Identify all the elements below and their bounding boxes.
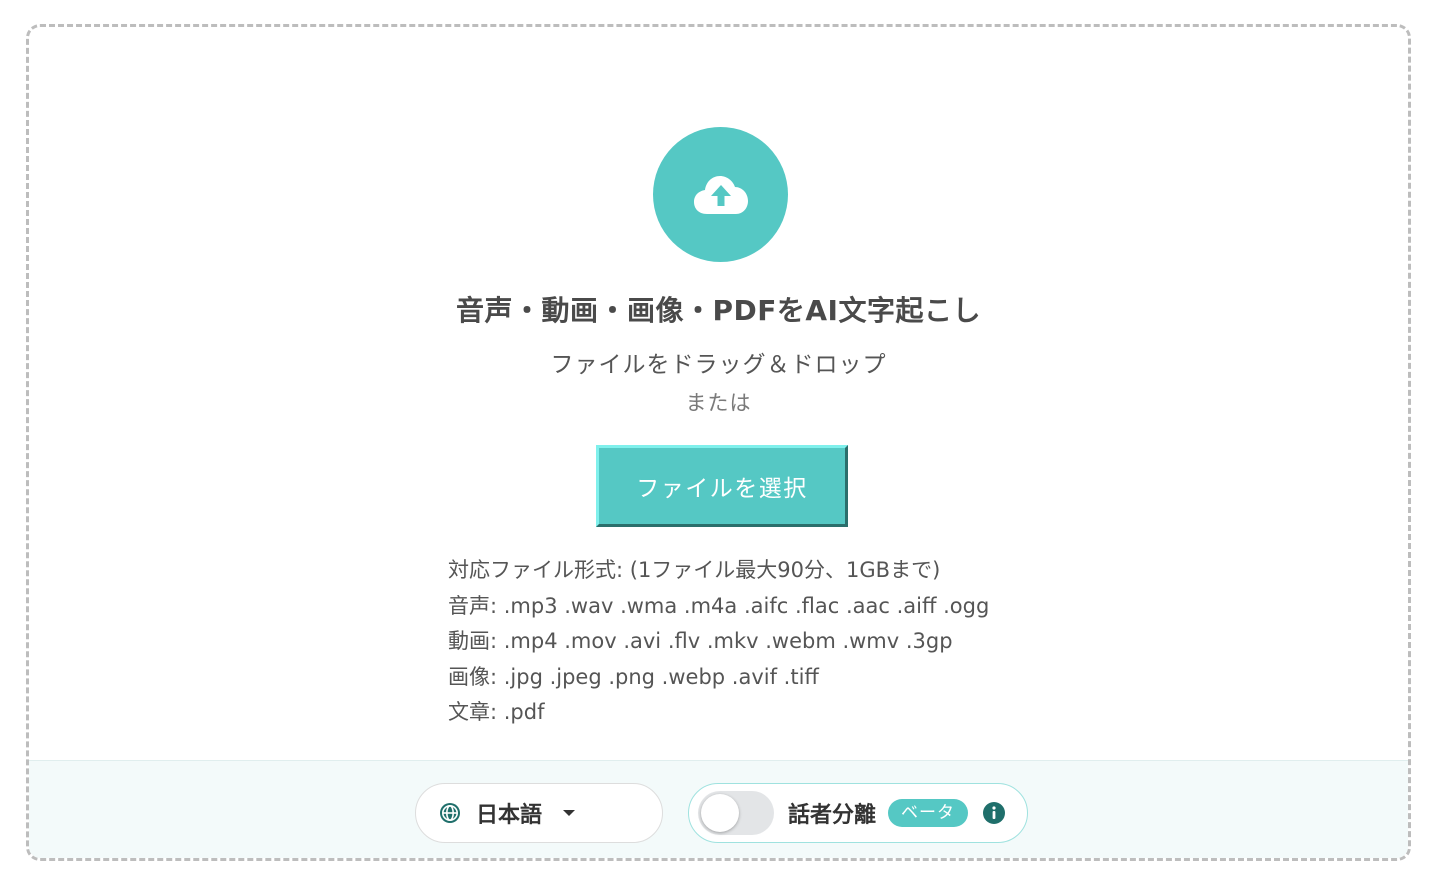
diarization-toggle[interactable]: [698, 791, 774, 835]
or-text: または: [685, 391, 752, 415]
language-select[interactable]: 日本語: [415, 783, 663, 843]
formats-video: 動画: .mp4 .mov .avi .flv .mkv .webm .wmv …: [448, 629, 953, 653]
upload-button-circle[interactable]: [653, 127, 788, 262]
info-icon[interactable]: [982, 801, 1006, 825]
diarization-label: 話者分離: [788, 803, 877, 828]
settings-bar: 日本語 話者分離 ベータ: [29, 760, 1408, 858]
formats-audio: 音声: .mp3 .wav .wma .m4a .aifc .flac .aac…: [448, 593, 990, 618]
drag-drop-text: ファイルをドラッグ＆ドロップ: [550, 352, 887, 378]
formats-document: 文章: .pdf: [448, 700, 545, 724]
formats-image: 画像: .jpg .jpeg .png .webp .avif .tiff: [448, 664, 819, 689]
globe-icon: [438, 801, 462, 825]
beta-badge: ベータ: [888, 799, 969, 827]
cloud-upload-icon: [693, 174, 749, 216]
formats-heading: 対応ファイル形式: (1ファイル最大90分、1GBまで): [448, 558, 941, 582]
file-dropzone[interactable]: 音声・動画・画像・PDFをAI文字起こし ファイルをドラッグ＆ドロップ または …: [26, 24, 1411, 861]
toggle-knob: [701, 794, 739, 832]
select-file-button[interactable]: ファイルを選択: [596, 445, 848, 527]
language-label: 日本語: [476, 803, 543, 828]
supported-formats: 対応ファイル形式: (1ファイル最大90分、1GBまで) 音声: .mp3 .w…: [448, 553, 989, 731]
caret-down-icon: [562, 808, 576, 818]
upload-title: 音声・動画・画像・PDFをAI文字起こし: [456, 294, 981, 327]
speaker-diarization-control: 話者分離 ベータ: [688, 783, 1028, 843]
